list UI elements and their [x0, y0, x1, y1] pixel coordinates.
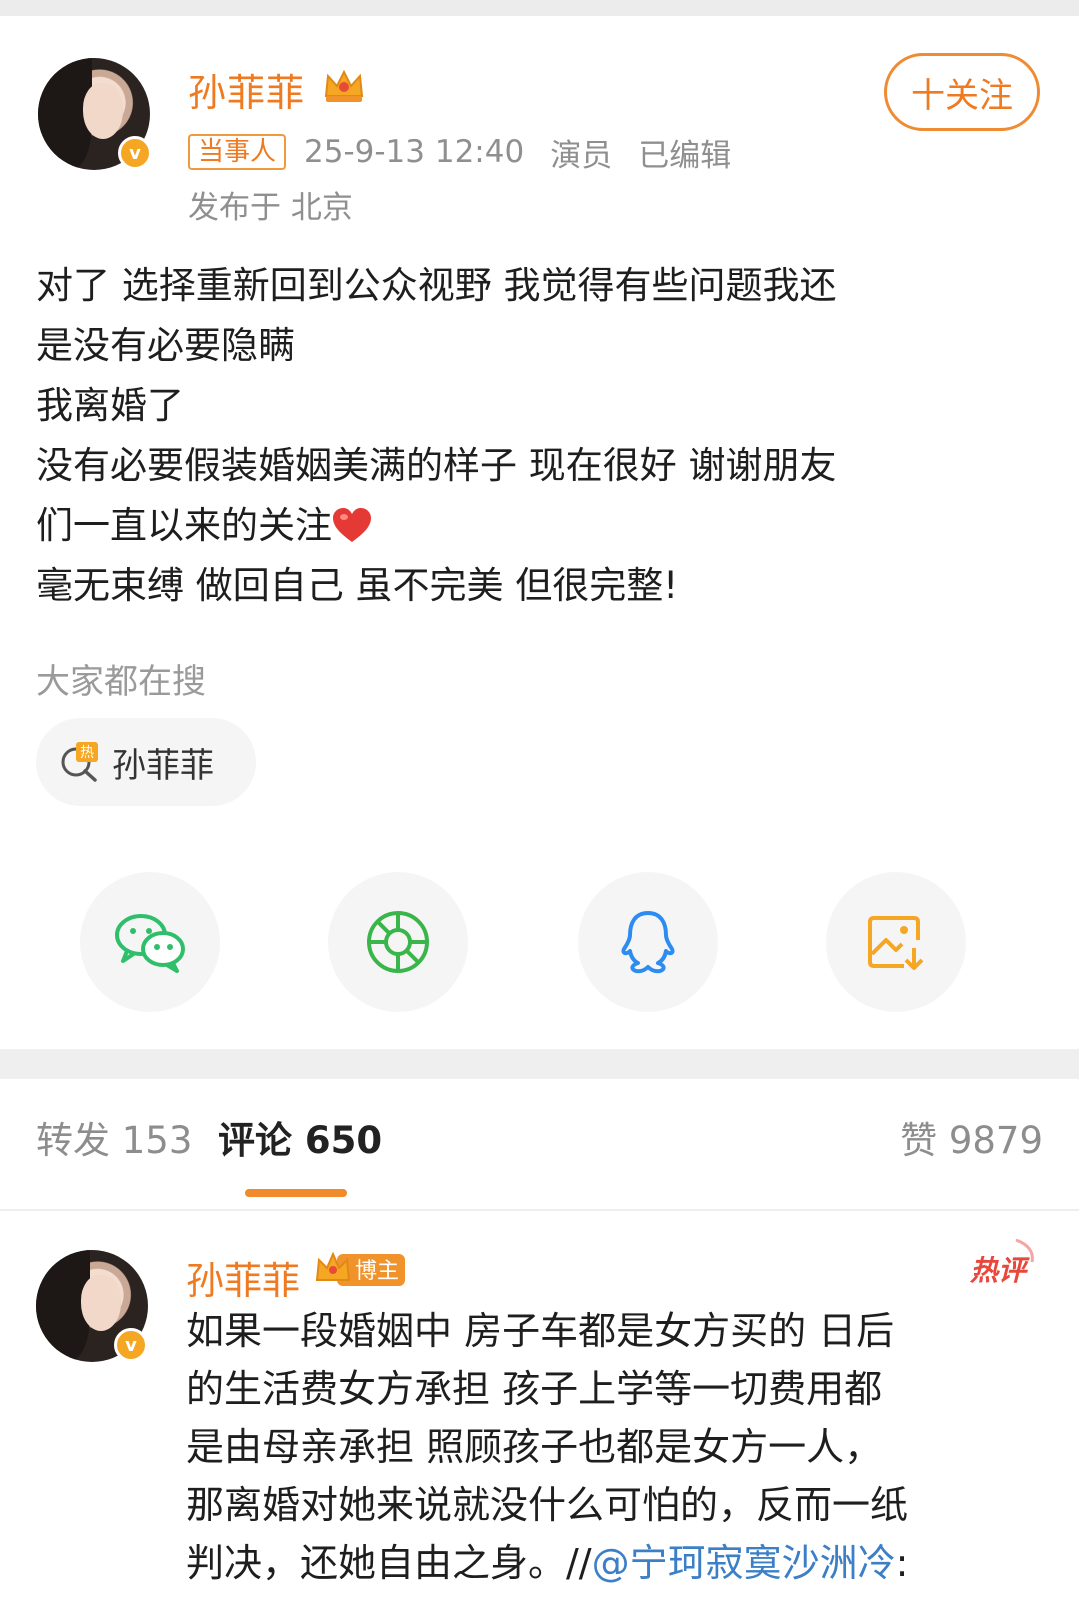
post-author-name[interactable]: 孙菲菲 — [188, 62, 305, 117]
author-role: 演员 — [550, 137, 613, 174]
post-content: 对了 选择重新回到公众视野 我觉得有些问题我还 是没有必要隐瞒 我离婚了 没有必… — [36, 256, 1046, 616]
comment-line-suffix: : — [895, 1541, 909, 1585]
qq-icon — [621, 911, 675, 974]
comment-author-name[interactable]: 孙菲菲 — [186, 1250, 300, 1305]
comment-line-with-mention: 判决，还她自由之身。//@宁珂寂寞沙洲冷: — [186, 1534, 1066, 1592]
moments-icon — [367, 911, 429, 973]
hot-comment-tag: 热评 — [969, 1238, 1034, 1287]
verified-badge-icon: v — [118, 136, 152, 170]
post-line: 我离婚了 — [36, 384, 184, 427]
trending-label: 大家都在搜 — [36, 662, 206, 702]
save-image-button[interactable] — [826, 872, 966, 1012]
top-strip — [0, 0, 1079, 16]
section-divider — [0, 1049, 1079, 1079]
edited-label[interactable]: 已编辑 — [638, 130, 731, 175]
share-wechat-button[interactable] — [80, 872, 220, 1012]
post-location: 发布于 北京 — [188, 190, 353, 226]
trending-chip-label: 孙菲菲 — [112, 745, 214, 786]
post-line: 是没有必要隐瞒 — [36, 324, 295, 367]
hot-search-icon: 热 — [61, 742, 98, 782]
comment-line: 判决，还她自由之身。// — [186, 1541, 592, 1585]
share-moments-button[interactable] — [328, 872, 468, 1012]
blogger-badge-label: 博主 — [355, 1259, 399, 1284]
post-meta: 当事人 25-9-13 12:40 演员 已编辑 — [188, 130, 731, 174]
post-line: 对了 选择重新回到公众视野 我觉得有些问题我还 — [36, 264, 837, 307]
comment-line: 那离婚对她来说就没什么可怕的，反而一纸 — [186, 1483, 909, 1527]
tab-likes[interactable]: 赞 9879 — [900, 1110, 1043, 1164]
hot-comment-label: 热评 — [969, 1254, 1030, 1287]
party-tag: 当事人 — [188, 134, 287, 170]
post-line: 没有必要假装婚姻美满的样子 现在很好 谢谢朋友 — [36, 444, 837, 487]
tab-comments[interactable]: 评论 650 — [218, 1110, 382, 1164]
tabs-divider — [0, 1209, 1079, 1211]
verified-badge-icon: v — [114, 1328, 148, 1362]
save-image-icon — [868, 916, 924, 970]
post-line: 毫无束缚 做回自己 虽不完美 但很完整! — [36, 564, 679, 607]
comment-line: 的生活费女方承担 孩子上学等一切费用都 — [186, 1367, 883, 1411]
heart-icon — [333, 508, 371, 542]
comment-line: 是由母亲承担 照顾孩子也都是女方一人， — [186, 1425, 883, 1469]
svg-text:热: 热 — [80, 745, 94, 761]
interaction-tabs: 转发 153 评论 650 赞 9879 — [0, 1098, 1079, 1194]
user-mention-link[interactable]: @宁珂寂寞沙洲冷 — [592, 1541, 896, 1585]
post-line: 们一直以来的关注 — [36, 504, 332, 547]
comment-line: 如果一段婚姻中 房子车都是女方买的 日后 — [186, 1309, 895, 1353]
wechat-icon — [115, 914, 185, 973]
post-line-with-heart: 们一直以来的关注 — [36, 496, 1046, 556]
blogger-badge: 博主 — [315, 1251, 405, 1286]
active-tab-indicator — [245, 1189, 347, 1197]
trending-chip[interactable]: 热 孙菲菲 — [36, 718, 256, 806]
post-timestamp: 25-9-13 12:40 — [304, 134, 525, 170]
tab-repost[interactable]: 转发 153 — [36, 1110, 192, 1164]
comment-content: 如果一段婚姻中 房子车都是女方买的 日后 的生活费女方承担 孩子上学等一切费用都… — [186, 1302, 1066, 1592]
share-qq-button[interactable] — [578, 872, 718, 1012]
follow-button[interactable]: 十关注 — [884, 53, 1040, 131]
crown-icon — [324, 69, 364, 102]
